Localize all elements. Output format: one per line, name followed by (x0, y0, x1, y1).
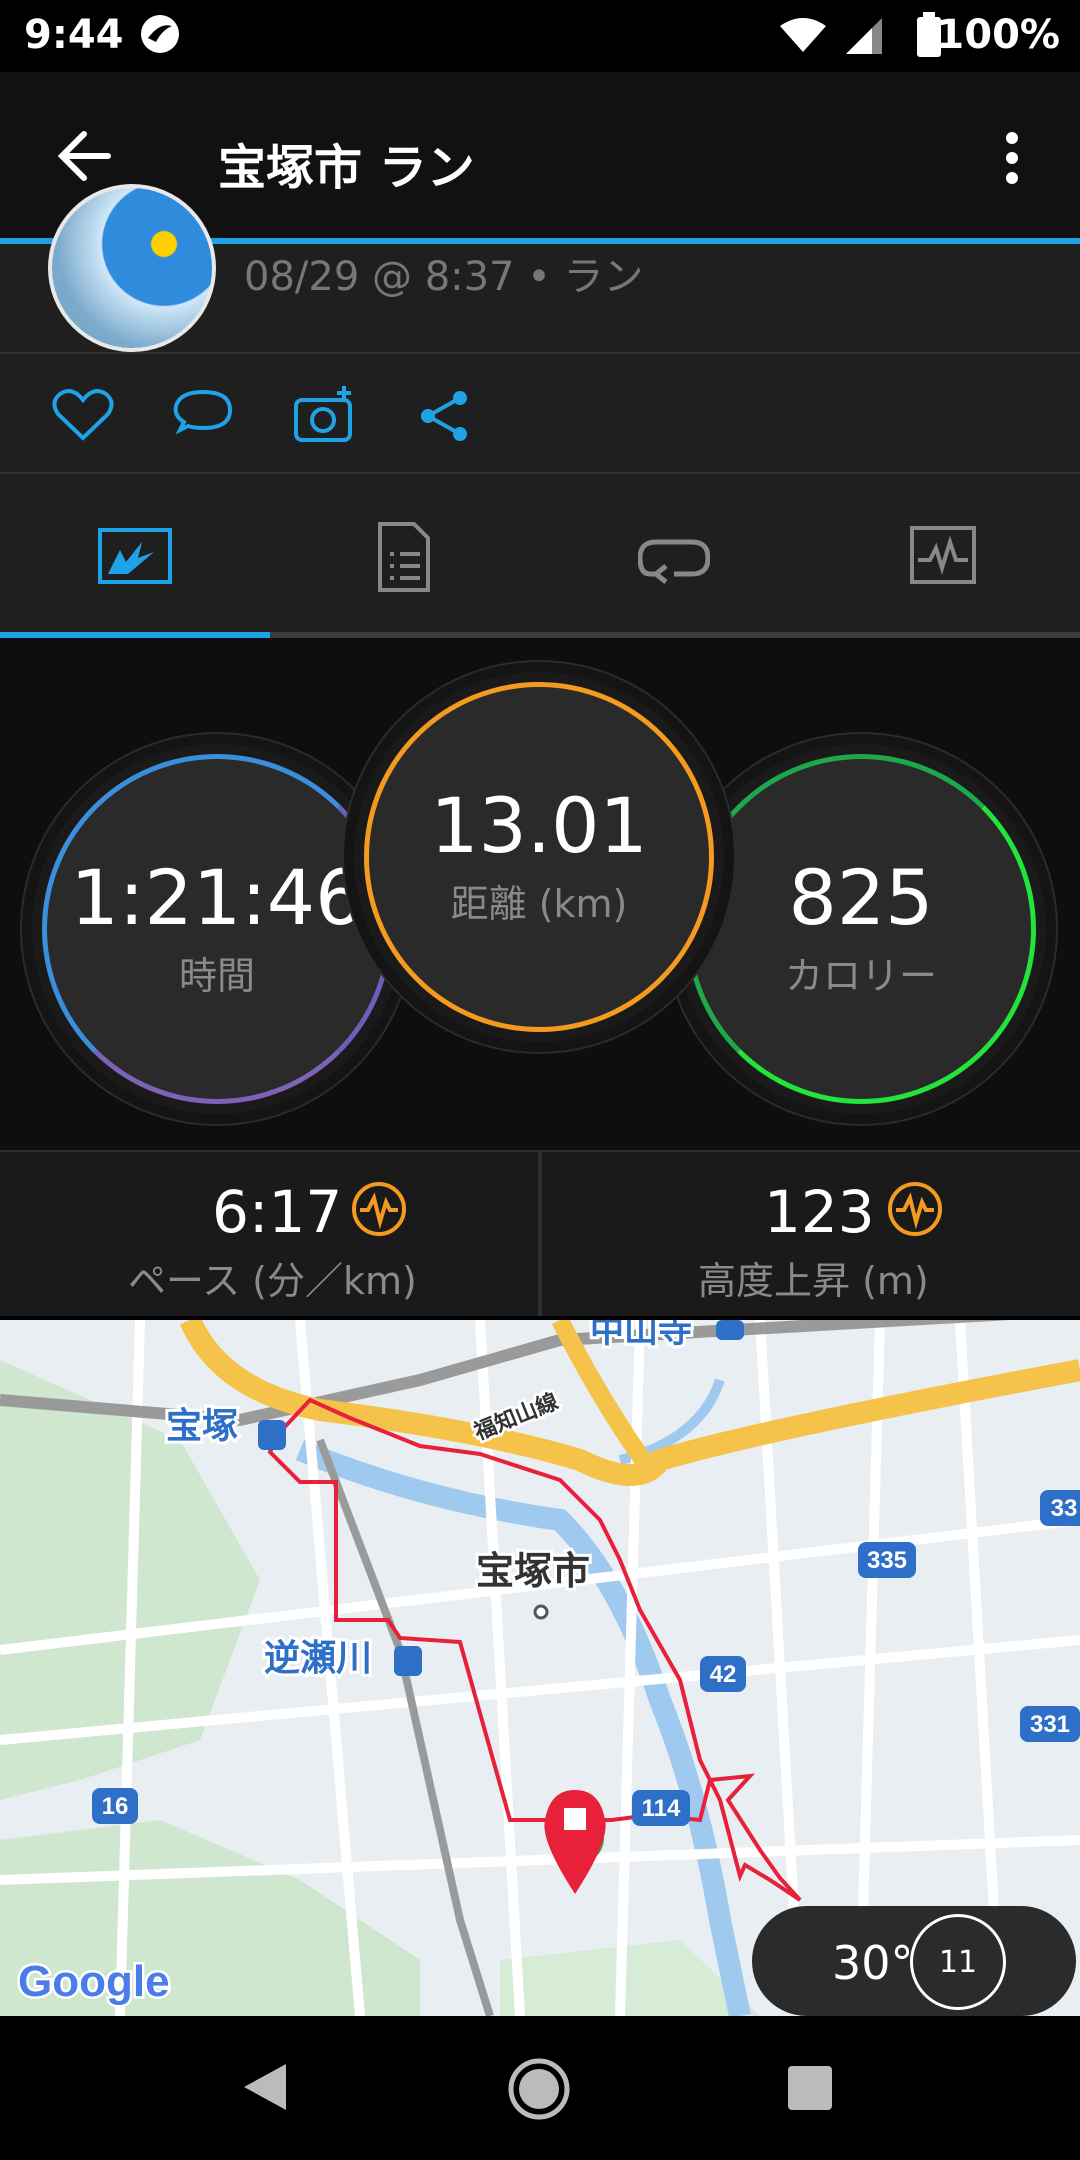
google-logo: Google (18, 1957, 170, 2006)
route-shield-331: 331 (1030, 1711, 1070, 1738)
wind-value: 11 (938, 1944, 978, 1980)
tab-laps-icon[interactable] (638, 534, 710, 584)
ascent-trend-icon (888, 1182, 942, 1236)
time-ring: 1:21:46 時間 (32, 744, 402, 1114)
nav-recents-icon[interactable] (786, 2064, 834, 2112)
pace-trend-icon (352, 1182, 406, 1236)
route-shield-335: 335 (867, 1547, 907, 1574)
more-menu-icon[interactable] (1000, 128, 1024, 188)
cell-signal-icon (846, 18, 882, 54)
weather-pill[interactable]: 30° 11 (752, 1906, 1076, 2016)
route-shield-42: 42 (710, 1661, 737, 1688)
system-nav-bar (0, 2016, 1080, 2160)
map-label-takarazuka: 宝塚 (166, 1405, 238, 1446)
finish-marker-icon[interactable] (544, 1790, 606, 1894)
status-time: 9:44 (24, 12, 124, 58)
ascent-label: 高度上昇 (m) (698, 1259, 929, 1303)
comment-icon[interactable] (172, 388, 234, 444)
tab-overview-icon[interactable] (98, 528, 172, 584)
time-label: 時間 (178, 954, 255, 999)
share-icon[interactable] (416, 388, 472, 444)
back-arrow-icon[interactable] (56, 128, 112, 184)
tab-details-icon[interactable] (376, 522, 432, 592)
route-map[interactable]: 335 42 331 16 114 33 中山寺 宝塚 福知山線 宝塚市 逆瀬川… (0, 1320, 1080, 2016)
calories-ring: 825 カロリー (676, 744, 1046, 1114)
map-label-city: 宝塚市 (476, 1551, 590, 1593)
activity-header: 08/29 @ 8:37 • ラン (0, 184, 1080, 354)
weather-temp: 30° (832, 1936, 914, 1990)
status-bar: 9:44 100% (0, 0, 1080, 72)
map-label-sakasegawa: 逆瀬川 (264, 1637, 372, 1678)
ascent-cell[interactable]: 123 高度上昇 (m) (542, 1152, 1080, 1316)
route-shield-114: 114 (642, 1795, 681, 1822)
distance-ring: 13.01 距離 (km) (354, 672, 724, 1042)
pace-label: ペース (分／km) (128, 1259, 417, 1303)
action-row (0, 354, 1080, 474)
wind-indicator: 11 (910, 1914, 1006, 2010)
station-icon (258, 1420, 286, 1450)
time-value: 1:21:46 (70, 852, 364, 942)
add-photo-icon[interactable] (292, 384, 358, 444)
tab-charts-icon[interactable] (910, 526, 976, 584)
battery-percent: 100% (936, 12, 1060, 58)
pace-cell[interactable]: 6:17 ペース (分／km) (0, 1152, 538, 1316)
route-shield-16: 16 (102, 1793, 129, 1820)
nav-home-icon[interactable] (506, 2056, 572, 2122)
pace-value: 6:17 (212, 1178, 343, 1246)
avatar[interactable] (48, 184, 216, 352)
page-title: 宝塚市 ラン (218, 140, 475, 196)
distance-label: 距離 (km) (450, 882, 628, 927)
app-notification-icon (141, 15, 179, 53)
tab-bar (0, 474, 1080, 636)
ascent-value: 123 (764, 1178, 875, 1246)
map-label-nakayamadera: 中山寺 (590, 1320, 692, 1350)
nav-back-icon[interactable] (240, 2060, 290, 2114)
activity-meta: 08/29 @ 8:37 • ラン (244, 254, 644, 300)
wifi-icon (780, 18, 826, 52)
like-heart-icon[interactable] (52, 388, 114, 442)
route-shield-33: 33 (1051, 1495, 1078, 1522)
calories-label: カロリー (784, 954, 937, 999)
distance-value: 13.01 (430, 780, 648, 870)
stats-section: 1:21:46 時間 825 カロリー 13.01 距離 (km) (0, 638, 1080, 1150)
station-icon (394, 1646, 422, 1676)
summary-row: 6:17 ペース (分／km) 123 高度上昇 (m) (0, 1150, 1080, 1316)
station-icon (716, 1320, 744, 1340)
calories-value: 825 (788, 852, 934, 942)
